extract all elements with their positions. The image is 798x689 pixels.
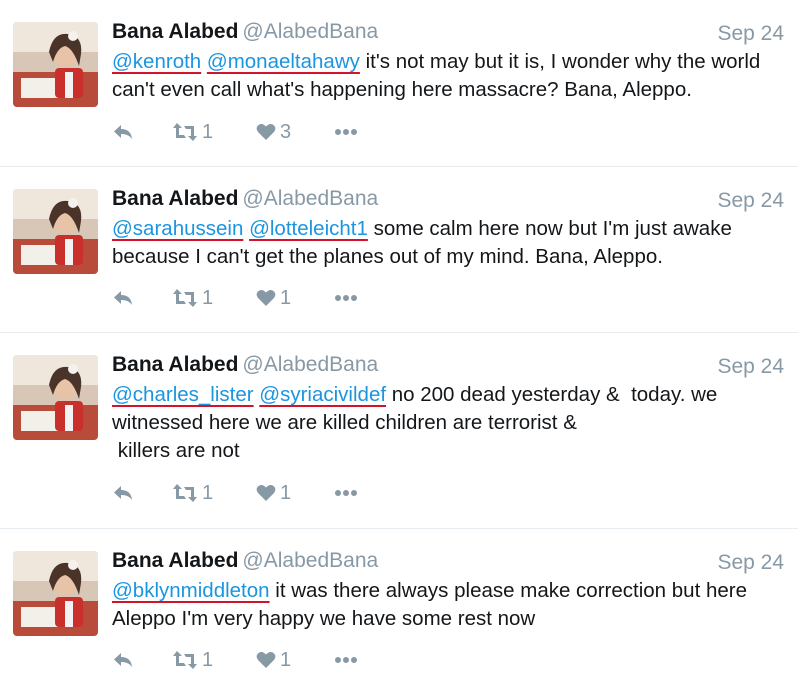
tweet-actions: 1 3 [112, 118, 358, 146]
like-button[interactable]: 3 [256, 121, 334, 144]
like-count: 1 [280, 481, 292, 504]
more-icon [334, 656, 358, 664]
tweet-timeline: Bana Alabed @AlabedBana Sep 24 @kenroth @… [0, 0, 798, 689]
more-button[interactable] [334, 294, 358, 302]
like-count: 1 [280, 286, 292, 309]
reply-button[interactable] [112, 484, 172, 502]
retweet-button[interactable]: 1 [172, 482, 256, 505]
tweet-text: @bklynmiddleton it was there always plea… [112, 577, 792, 633]
heart-icon [256, 651, 276, 669]
heart-icon [256, 289, 276, 307]
retweet-icon [172, 122, 198, 142]
tweet-header: Bana Alabed @AlabedBana [112, 20, 378, 44]
reply-icon [112, 123, 134, 141]
reply-icon [112, 289, 134, 307]
tweet-date[interactable]: Sep 24 [717, 189, 784, 213]
more-button[interactable] [334, 489, 358, 497]
reply-button[interactable] [112, 289, 172, 307]
reply-button[interactable] [112, 123, 172, 141]
author-name[interactable]: Bana Alabed [112, 187, 238, 210]
tweet-header: Bana Alabed @AlabedBana [112, 353, 378, 377]
heart-icon [256, 484, 276, 502]
tweet-actions: 1 1 [112, 646, 358, 674]
tweet-date[interactable]: Sep 24 [717, 551, 784, 575]
avatar[interactable] [13, 22, 98, 107]
author-handle[interactable]: @AlabedBana [242, 187, 378, 210]
tweet-text: @charles_lister @syriacivildef no 200 de… [112, 381, 792, 465]
mention-link[interactable]: @syriacivildef [259, 383, 386, 406]
tweet[interactable]: Bana Alabed @AlabedBana Sep 24 @kenroth @… [0, 0, 798, 167]
like-count: 1 [280, 648, 292, 671]
retweet-count: 1 [202, 286, 214, 309]
author-handle[interactable]: @AlabedBana [242, 353, 378, 376]
tweet-text: @sarahussein @lotteleicht1 some calm her… [112, 215, 792, 271]
mention-link[interactable]: @charles_lister [112, 383, 254, 406]
tweet-text: @kenroth @monaeltahawy it's not may but … [112, 48, 792, 104]
like-button[interactable]: 1 [256, 482, 334, 505]
retweet-count: 1 [202, 481, 214, 504]
tweet-header: Bana Alabed @AlabedBana [112, 187, 378, 211]
mention-link[interactable]: @monaeltahawy [207, 50, 360, 73]
tweet[interactable]: Bana Alabed @AlabedBana Sep 24 @sarahusse… [0, 167, 798, 333]
mention-link[interactable]: @lotteleicht1 [249, 217, 368, 240]
author-name[interactable]: Bana Alabed [112, 549, 238, 572]
reply-icon [112, 651, 134, 669]
retweet-button[interactable]: 1 [172, 287, 256, 310]
more-icon [334, 489, 358, 497]
author-name[interactable]: Bana Alabed [112, 353, 238, 376]
like-button[interactable]: 1 [256, 287, 334, 310]
more-button[interactable] [334, 656, 358, 664]
retweet-count: 1 [202, 648, 214, 671]
heart-icon [256, 123, 276, 141]
author-name[interactable]: Bana Alabed [112, 20, 238, 43]
reply-button[interactable] [112, 651, 172, 669]
more-icon [334, 128, 358, 136]
retweet-icon [172, 650, 198, 670]
tweet-header: Bana Alabed @AlabedBana [112, 549, 378, 573]
tweet-actions: 1 1 [112, 479, 358, 507]
like-count: 3 [280, 120, 292, 143]
like-button[interactable]: 1 [256, 649, 334, 672]
tweet[interactable]: Bana Alabed @AlabedBana Sep 24 @charles_l… [0, 333, 798, 529]
retweet-button[interactable]: 1 [172, 121, 256, 144]
mention-link[interactable]: @sarahussein [112, 217, 243, 240]
avatar[interactable] [13, 189, 98, 274]
tweet-date[interactable]: Sep 24 [717, 22, 784, 46]
retweet-count: 1 [202, 120, 214, 143]
avatar[interactable] [13, 551, 98, 636]
mention-link[interactable]: @kenroth [112, 50, 201, 73]
tweet[interactable]: Bana Alabed @AlabedBana Sep 24 @bklynmidd… [0, 529, 798, 689]
author-handle[interactable]: @AlabedBana [242, 20, 378, 43]
author-handle[interactable]: @AlabedBana [242, 549, 378, 572]
retweet-icon [172, 483, 198, 503]
mention-link[interactable]: @bklynmiddleton [112, 579, 270, 602]
avatar[interactable] [13, 355, 98, 440]
reply-icon [112, 484, 134, 502]
tweet-date[interactable]: Sep 24 [717, 355, 784, 379]
more-button[interactable] [334, 128, 358, 136]
retweet-icon [172, 288, 198, 308]
retweet-button[interactable]: 1 [172, 649, 256, 672]
more-icon [334, 294, 358, 302]
tweet-actions: 1 1 [112, 284, 358, 312]
